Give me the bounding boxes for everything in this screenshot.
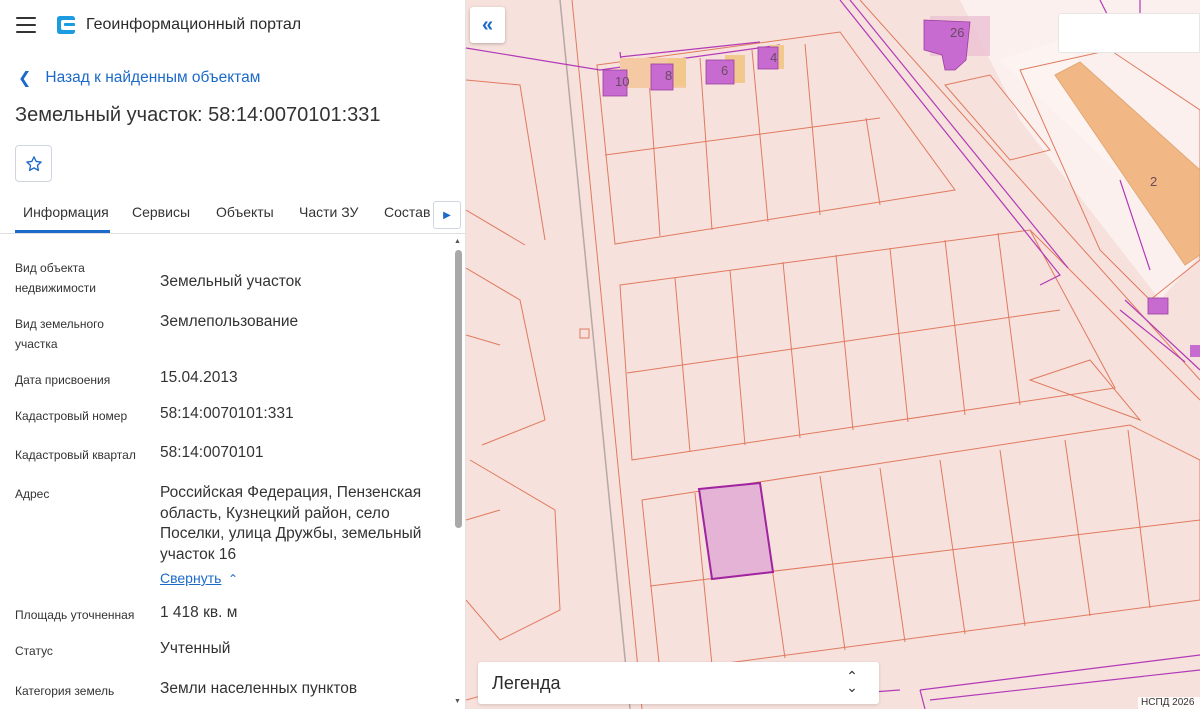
property-value: 15.04.2013 [160, 369, 238, 386]
property-label: Кадастровый номер [15, 409, 128, 423]
svg-text:10: 10 [615, 74, 629, 89]
hamburger-icon[interactable] [16, 17, 36, 33]
legend-toggle[interactable]: Легенда ⌃ ⌄ [478, 662, 879, 704]
tabs-next-button[interactable]: ▶ [433, 201, 461, 229]
portal-title: Геоинформационный портал [86, 16, 302, 33]
legend-label: Легенда [492, 673, 561, 693]
panel-scrollbar[interactable]: ▲ ▼ [454, 238, 462, 709]
property-label: Дата присвоения [15, 373, 111, 387]
property-label: Вид земельного участка [15, 317, 104, 351]
map-view[interactable]: 2 10 8 6 4 26 [466, 0, 1200, 709]
property-label: Площадь уточненная [15, 608, 135, 622]
svg-text:4: 4 [770, 50, 777, 65]
property-value: 1 418 кв. м [160, 604, 238, 621]
property-value: 58:14:0070101:331 [160, 405, 294, 422]
caret-right-icon: ▶ [443, 209, 451, 221]
property-value: Учтенный [160, 640, 231, 657]
property-label: Категория земель [15, 684, 115, 698]
info-panel: Геоинформационный портал ❮ Назад к найде… [0, 0, 466, 709]
collapse-panel-button[interactable]: « [470, 7, 505, 43]
svg-text:26: 26 [950, 25, 964, 40]
portal-logo-icon[interactable] [55, 14, 77, 36]
property-label: Статус [15, 644, 53, 658]
svg-text:6: 6 [721, 63, 728, 78]
active-tab-indicator [15, 230, 110, 233]
scroll-down-icon[interactable]: ▼ [454, 698, 461, 705]
collapse-address-link[interactable]: Свернуть [160, 570, 221, 586]
chevron-left-icon: ❮ [18, 70, 32, 87]
scroll-up-icon[interactable]: ▲ [454, 238, 461, 245]
back-to-results-link[interactable]: ❮ Назад к найденным объектам [18, 68, 260, 88]
favorite-button[interactable] [15, 145, 52, 182]
svg-text:8: 8 [665, 68, 672, 83]
property-value: Земельный участок [160, 273, 302, 290]
svg-text:2: 2 [1150, 174, 1157, 189]
map-search-input[interactable] [1058, 13, 1200, 53]
top-bar: Геоинформационный портал [0, 0, 465, 52]
tab-services[interactable]: Сервисы [132, 204, 190, 220]
double-chevron-left-icon: « [481, 13, 494, 36]
object-title: Земельный участок: 58:14:0070101:331 [15, 104, 381, 126]
tab-information[interactable]: Информация [23, 204, 109, 220]
tab-parts[interactable]: Части ЗУ [299, 204, 358, 220]
tab-composition[interactable]: Состав [384, 204, 430, 220]
map-copyright: НСПД 2026 [1138, 697, 1200, 709]
tab-bar: Информация Сервисы Объекты Части ЗУ Сост… [0, 196, 465, 234]
tab-objects[interactable]: Объекты [216, 204, 274, 220]
property-label: Адрес [15, 487, 50, 501]
property-value: Земли населенных пунктов [160, 680, 358, 697]
chevron-up-icon[interactable]: ⌃ [228, 572, 238, 586]
property-label: Кадастровый квартал [15, 448, 136, 462]
property-label: Вид объекта недвижимости [15, 261, 96, 295]
scroll-thumb[interactable] [455, 250, 462, 528]
star-icon [25, 155, 42, 171]
property-value: Российская Федерация, Пензенская область… [160, 484, 422, 563]
chevron-up-down-icon: ⌃ ⌄ [846, 668, 858, 695]
cadastral-map[interactable]: 2 10 8 6 4 26 [466, 0, 1200, 709]
back-link-label: Назад к найденным объектам [45, 69, 261, 86]
property-value: 58:14:0070101 [160, 444, 264, 461]
property-value: Землепользование [160, 313, 299, 330]
